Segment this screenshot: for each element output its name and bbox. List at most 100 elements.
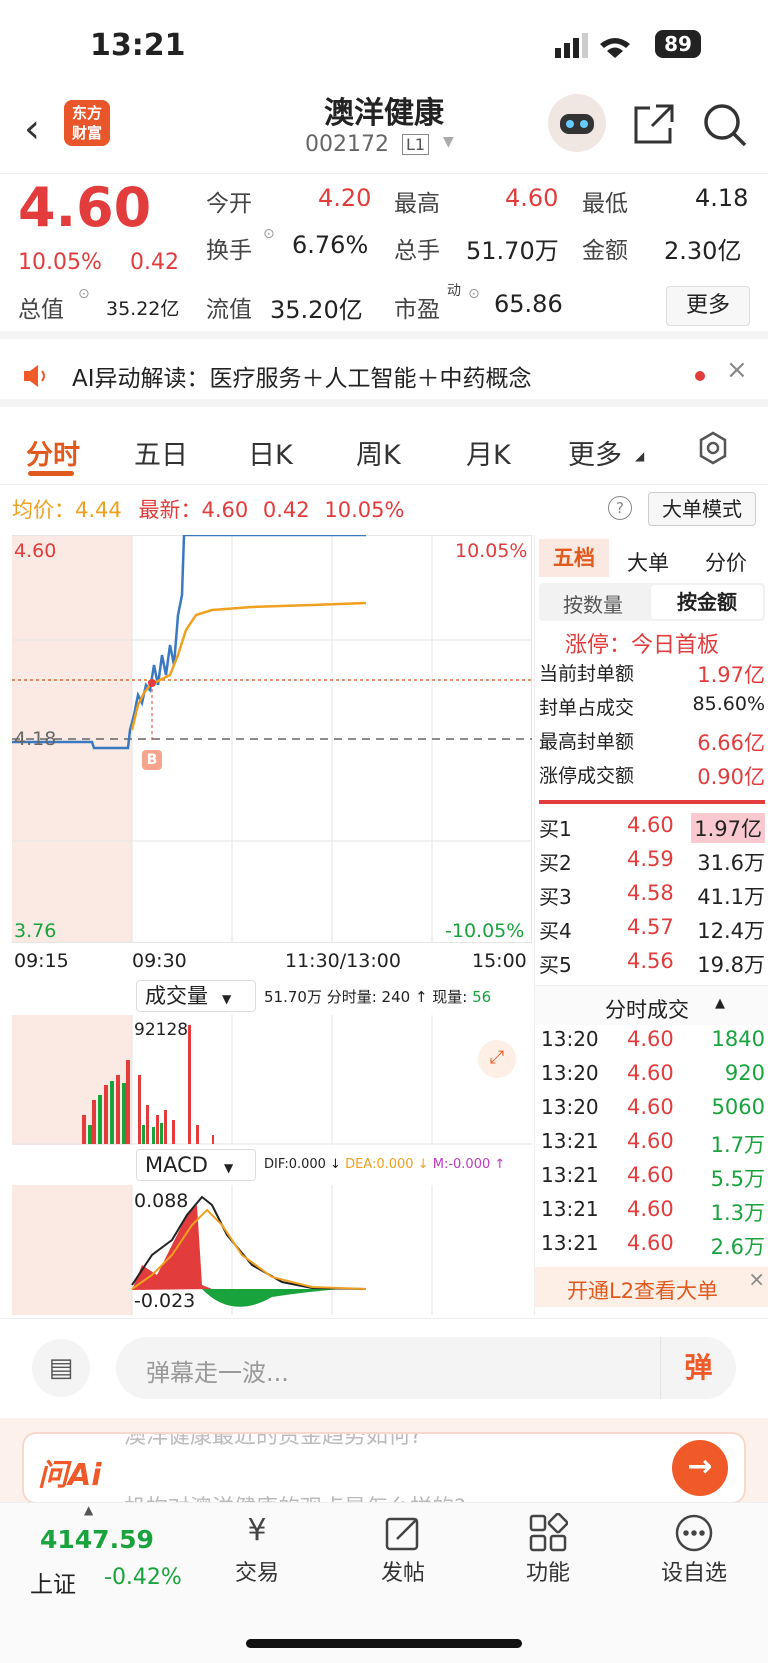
volume-selector-label: 成交量 xyxy=(145,984,208,1008)
y-axis-bottom: 3.76 xyxy=(14,920,57,942)
arrow-right-icon[interactable]: → xyxy=(672,1440,728,1496)
volume-now: 56 xyxy=(472,988,492,1006)
buy-marker[interactable]: B xyxy=(142,750,162,770)
bid-price: 4.57 xyxy=(627,915,674,939)
stat-value: 0.90亿 xyxy=(697,765,765,789)
chevron-down-icon: ▼ xyxy=(222,992,232,1006)
tick-volume: 2.6万 xyxy=(710,1235,765,1259)
speaker-icon xyxy=(22,363,50,393)
ask-ai-card[interactable]: 问Ai 澳洋健康最近的资金趋势如何? 机构对澳洋健康的观点是怎么样的? → xyxy=(22,1432,746,1504)
intraday-chart[interactable] xyxy=(12,535,532,945)
stat-row: 最高封单额 6.66亿 xyxy=(539,727,765,761)
ai-insight-bar[interactable]: AI异动解读：医疗服务＋人工智能＋中药概念 × xyxy=(0,345,768,407)
corner-icon: ◢ xyxy=(635,449,645,463)
tab-more[interactable]: 更多 xyxy=(568,433,622,472)
volume-selector[interactable]: 成交量 ▼ xyxy=(136,980,256,1012)
tab-monthly-k[interactable]: 月K xyxy=(466,433,511,472)
tick-volume: 920 xyxy=(724,1061,765,1085)
ask-ai-question-1[interactable]: 澳洋健康最近的资金趋势如何? xyxy=(124,1434,422,1450)
index-name[interactable]: 上证 xyxy=(30,1565,76,1599)
nav-post[interactable]: 发帖 xyxy=(353,1513,453,1587)
caret-up-icon: ▲ xyxy=(715,996,725,1011)
tab-intraday[interactable]: 分时 xyxy=(26,433,80,472)
nav-trade[interactable]: ¥ 交易 xyxy=(207,1513,307,1587)
tab-weekly-k[interactable]: 周K xyxy=(356,433,401,472)
last-value: 4.60 xyxy=(201,498,249,522)
bid-row[interactable]: 买2 4.59 31.6万 xyxy=(539,847,765,881)
pe-sup: 动 xyxy=(447,283,461,299)
volume-chart[interactable] xyxy=(12,1015,532,1145)
bid-row[interactable]: 买1 4.60 1.97亿 xyxy=(539,813,765,847)
danmu-send-button[interactable]: 弹 xyxy=(660,1337,736,1399)
ticks-header[interactable]: 分时成交 ▲ xyxy=(535,985,768,1025)
divider xyxy=(539,800,765,804)
info-icon[interactable]: ⊙ xyxy=(468,286,480,302)
tab-five-day[interactable]: 五日 xyxy=(134,433,188,472)
subtab-by-amount[interactable]: 按金额 xyxy=(651,585,763,619)
bid-row[interactable]: 买3 4.58 41.1万 xyxy=(539,881,765,915)
tick-row: 13:21 4.60 1.3万 xyxy=(541,1197,765,1231)
close-icon[interactable]: × xyxy=(748,1267,765,1291)
high-label: 最高 xyxy=(394,191,440,217)
stat-value: 6.66亿 xyxy=(697,731,765,755)
l2-banner[interactable]: 开通L2查看大单 × xyxy=(535,1267,768,1307)
index-value[interactable]: 4147.59 xyxy=(40,1525,154,1554)
big-order-mode-button[interactable]: 大单模式 xyxy=(648,492,756,526)
subtab-by-qty[interactable]: 按数量 xyxy=(563,589,623,618)
macd-selector[interactable]: MACD ▼ xyxy=(136,1149,256,1181)
nav-functions[interactable]: 功能 xyxy=(498,1512,598,1587)
pct-axis-bottom: -10.05% xyxy=(445,920,525,942)
open-label: 今开 xyxy=(206,191,252,217)
tick-volume: 1.3万 xyxy=(710,1201,765,1225)
macd-dif: DIF:0.000 ↓ xyxy=(264,1157,341,1172)
expand-icon[interactable]: ⤢ xyxy=(478,1040,516,1078)
info-icon[interactable]: ⊙ xyxy=(263,226,275,242)
nav-add-watchlist[interactable]: 设自选 xyxy=(644,1513,744,1587)
robot-avatar-icon[interactable] xyxy=(548,94,606,152)
tick-price: 4.60 xyxy=(627,1231,674,1255)
side-tab-five-levels[interactable]: 五档 xyxy=(539,539,609,577)
tick-price: 4.60 xyxy=(627,1129,674,1153)
tick-time: 13:20 xyxy=(541,1095,599,1119)
level-badge[interactable]: L1 xyxy=(402,134,430,155)
bottom-nav: ▲ 4147.59 上证 -0.42% ¥ 交易 发帖 功能 设自选 xyxy=(0,1502,768,1663)
bid-label: 买5 xyxy=(539,953,572,977)
danmu-placeholder: 弹幕走一波... xyxy=(146,1359,289,1387)
close-icon[interactable]: × xyxy=(726,355,748,385)
chart-tabs: 分时 五日 日K 周K 月K 更多 ◢ xyxy=(0,415,768,485)
help-icon[interactable]: ? xyxy=(608,496,632,520)
bid-amount: 1.97亿 xyxy=(691,813,765,843)
tick-price: 4.60 xyxy=(627,1095,674,1119)
tick-price: 4.60 xyxy=(627,1027,674,1051)
mcap-value: 35.22亿 xyxy=(106,298,180,320)
gear-icon[interactable] xyxy=(696,431,730,469)
macd-dea: DEA:0.000 ↓ xyxy=(345,1157,429,1172)
volume-label: 总手 xyxy=(394,238,440,264)
side-tab-big-orders[interactable]: 大单 xyxy=(627,547,669,577)
tick-volume: 1.7万 xyxy=(710,1133,765,1157)
macd-m: M:-0.000 ↑ xyxy=(432,1157,506,1172)
side-tab-price-dist[interactable]: 分价 xyxy=(705,547,747,577)
low-label: 最低 xyxy=(582,191,628,217)
danmu-input[interactable]: 弹幕走一波... 弹 xyxy=(116,1337,736,1399)
macd-chart[interactable] xyxy=(12,1185,532,1315)
stat-row: 封单占成交 85.60% xyxy=(539,693,765,727)
last-pct: 10.05% xyxy=(324,498,405,522)
yen-refresh-icon: ¥ xyxy=(247,1513,267,1548)
x-tick-0915: 09:15 xyxy=(14,950,69,972)
tab-daily-k[interactable]: 日K xyxy=(248,433,293,472)
dropdown-icon[interactable]: ▼ xyxy=(443,134,454,150)
share-icon[interactable] xyxy=(632,102,676,150)
bid-row[interactable]: 买4 4.57 12.4万 xyxy=(539,915,765,949)
stat-row: 当前封单额 1.97亿 xyxy=(539,659,765,693)
tick-row: 13:20 4.60 5060 xyxy=(541,1095,765,1129)
bid-row[interactable]: 买5 4.56 19.8万 xyxy=(539,949,765,983)
more-button[interactable]: 更多 xyxy=(666,286,750,326)
danmu-bar: ▤ 弹幕走一波... 弹 xyxy=(0,1318,768,1418)
tick-price: 4.60 xyxy=(627,1163,674,1187)
index-change[interactable]: -0.42% xyxy=(104,1565,182,1590)
danmu-settings-icon[interactable]: ▤ xyxy=(32,1339,90,1397)
x-tick-1500: 15:00 xyxy=(472,950,527,972)
search-icon[interactable] xyxy=(702,102,748,152)
info-icon[interactable]: ⊙ xyxy=(78,286,90,302)
